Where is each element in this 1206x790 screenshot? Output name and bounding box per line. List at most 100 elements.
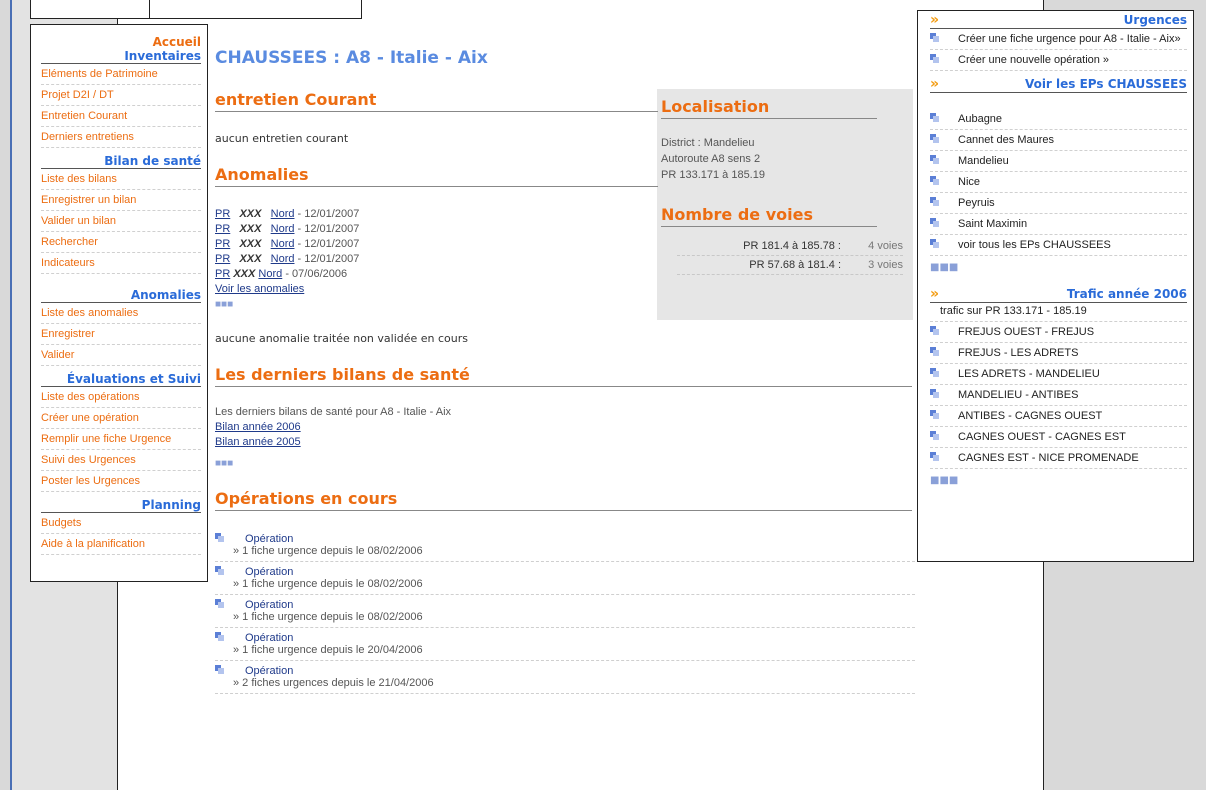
trafic-label[interactable]: MANDELIEU - ANTIBES: [958, 389, 1078, 401]
ep-item[interactable]: voir tous les EPs CHAUSSEES: [930, 235, 1187, 256]
bullet-icon: [930, 410, 940, 420]
ep-item[interactable]: Mandelieu: [930, 151, 1187, 172]
right-panel: » Urgences Créer une fiche urgence pour …: [917, 10, 1194, 562]
sidebar-item-indicateurs[interactable]: Indicateurs: [41, 253, 201, 274]
sidebar-item-elements-patrimoine[interactable]: Eléments de Patrimoine: [41, 64, 201, 85]
operation-label[interactable]: Opération: [245, 665, 915, 677]
operation-item[interactable]: Opération » 1 fiche urgence depuis le 20…: [215, 628, 915, 661]
operation-label[interactable]: Opération: [245, 566, 915, 578]
bullet-icon: [930, 134, 940, 144]
sidebar-item-budgets[interactable]: Budgets: [41, 513, 201, 534]
trafic-label[interactable]: LES ADRETS - MANDELIEU: [958, 368, 1100, 380]
anomaly-row: PR XXX Nord - 12/01/2007: [215, 252, 915, 267]
sidebar-item-remplir-fiche-urgence[interactable]: Remplir une fiche Urgence: [41, 429, 201, 450]
sidebar-item-liste-operations[interactable]: Liste des opérations: [41, 387, 201, 408]
bilan-2005-link[interactable]: Bilan année 2005: [215, 436, 301, 448]
sidebar-item-valider-anomalie[interactable]: Valider: [41, 345, 201, 366]
bullet-icon: [215, 533, 225, 543]
more-dots-icon[interactable]: ■■■: [930, 262, 1193, 273]
bilans-intro: Les derniers bilans de santé pour A8 - I…: [215, 406, 452, 418]
trafic-item[interactable]: MANDELIEU - ANTIBES: [930, 385, 1187, 406]
trafic-label[interactable]: FREJUS OUEST - FREJUS: [958, 326, 1094, 338]
entretien-title: entretien Courant: [215, 90, 658, 112]
ep-item[interactable]: Peyruis: [930, 193, 1187, 214]
sidebar-item-valider-bilan[interactable]: Valider un bilan: [41, 211, 201, 232]
anomaly-date: - 12/01/2007: [294, 238, 360, 250]
operation-item[interactable]: Opération » 1 fiche urgence depuis le 08…: [215, 595, 915, 628]
ep-item[interactable]: Cannet des Maures: [930, 130, 1187, 151]
ep-label[interactable]: Mandelieu: [958, 155, 1009, 167]
trafic-header-item[interactable]: trafic sur PR 133.171 - 185.19: [930, 303, 1187, 322]
ep-item[interactable]: Aubagne: [930, 109, 1187, 130]
trafic-item[interactable]: CAGNES EST - NICE PROMENADE: [930, 448, 1187, 469]
anomaly-pr-link[interactable]: PR: [215, 268, 230, 280]
trafic-label[interactable]: CAGNES OUEST - CAGNES EST: [958, 431, 1126, 443]
trafic-header-label[interactable]: trafic sur PR 133.171 - 185.19: [940, 305, 1087, 317]
anomaly-pr-link[interactable]: PR: [215, 253, 230, 265]
trafic-header: » Trafic année 2006: [930, 285, 1187, 303]
trafic-item[interactable]: LES ADRETS - MANDELIEU: [930, 364, 1187, 385]
urgence-create-operation[interactable]: Créer une nouvelle opération »: [930, 50, 1187, 71]
trafic-item[interactable]: FREJUS - LES ADRETS: [930, 343, 1187, 364]
anomaly-dir-link[interactable]: Nord: [271, 223, 295, 235]
sidebar-item-suivi-urgences[interactable]: Suivi des Urgences: [41, 450, 201, 471]
ep-label[interactable]: Cannet des Maures: [958, 134, 1054, 146]
operation-sub: » 2 fiches urgences depuis le 21/04/2006: [233, 677, 434, 689]
sidebar-item-rechercher[interactable]: Rechercher: [41, 232, 201, 253]
operation-label[interactable]: Opération: [245, 599, 915, 611]
bullet-icon: [930, 452, 940, 462]
sidebar-item-enregistrer-anomalie[interactable]: Enregistrer: [41, 324, 201, 345]
trafic-item[interactable]: ANTIBES - CAGNES OUEST: [930, 406, 1187, 427]
eps-header: » Voir les EPs CHAUSSEES: [930, 75, 1187, 93]
urgence-create-fiche[interactable]: Créer une fiche urgence pour A8 - Italie…: [930, 29, 1187, 50]
trafic-label[interactable]: ANTIBES - CAGNES OUEST: [958, 410, 1102, 422]
sidebar-accueil[interactable]: Accueil: [41, 25, 201, 49]
ep-item[interactable]: Nice: [930, 172, 1187, 193]
anomaly-dir-link[interactable]: Nord: [271, 253, 295, 265]
ep-label[interactable]: voir tous les EPs CHAUSSEES: [958, 239, 1111, 251]
ep-label[interactable]: Saint Maximin: [958, 218, 1027, 230]
sidebar-item-derniers-entretiens[interactable]: Derniers entretiens: [41, 127, 201, 148]
ep-item[interactable]: Saint Maximin: [930, 214, 1187, 235]
operation-label[interactable]: Opération: [245, 632, 915, 644]
anomaly-pr-link[interactable]: PR: [215, 223, 230, 235]
more-dots-icon[interactable]: ■■■: [215, 297, 915, 312]
more-dots-icon[interactable]: ■■■: [215, 456, 915, 471]
chevron-right-icon: »: [930, 75, 940, 92]
anomaly-pr-link[interactable]: PR: [215, 238, 230, 250]
ep-label[interactable]: Nice: [958, 176, 980, 188]
trafic-label[interactable]: CAGNES EST - NICE PROMENADE: [958, 452, 1139, 464]
eps-title[interactable]: Voir les EPs CHAUSSEES: [1025, 77, 1187, 91]
ep-label[interactable]: Aubagne: [958, 113, 1002, 125]
sidebar-item-liste-bilans[interactable]: Liste des bilans: [41, 169, 201, 190]
sidebar-item-entretien-courant[interactable]: Entretien Courant: [41, 106, 201, 127]
sidebar-item-creer-operation[interactable]: Créer une opération: [41, 408, 201, 429]
ep-label[interactable]: Peyruis: [958, 197, 995, 209]
sidebar-item-liste-anomalies[interactable]: Liste des anomalies: [41, 303, 201, 324]
sidebar-item-projet-d2i[interactable]: Projet D2I / DT: [41, 85, 201, 106]
more-dots-icon[interactable]: ■■■: [930, 475, 1193, 486]
bullet-icon: [215, 599, 225, 609]
urgence-create-operation-label[interactable]: Créer une nouvelle opération »: [958, 54, 1109, 66]
anomaly-dir-link[interactable]: Nord: [258, 268, 282, 280]
sidebar-section-bilan-sante: Bilan de santé: [41, 148, 201, 169]
urgence-create-fiche-label[interactable]: Créer une fiche urgence pour A8 - Italie…: [958, 33, 1181, 45]
sidebar-item-poster-urgences[interactable]: Poster les Urgences: [41, 471, 201, 492]
anomaly-dir-link[interactable]: Nord: [271, 238, 295, 250]
bullet-icon: [930, 197, 940, 207]
sidebar-item-enregistrer-bilan[interactable]: Enregistrer un bilan: [41, 190, 201, 211]
voir-anomalies-link[interactable]: Voir les anomalies: [215, 283, 304, 295]
operations-title: Opérations en cours: [215, 489, 912, 511]
sidebar-item-aide-planification[interactable]: Aide à la planification: [41, 534, 201, 555]
anomaly-dir-link[interactable]: Nord: [271, 208, 295, 220]
bilan-2006-link[interactable]: Bilan année 2006: [215, 421, 301, 433]
operation-item[interactable]: Opération » 1 fiche urgence depuis le 08…: [215, 529, 915, 562]
operation-label[interactable]: Opération: [245, 533, 915, 545]
trafic-label[interactable]: FREJUS - LES ADRETS: [958, 347, 1078, 359]
trafic-item[interactable]: CAGNES OUEST - CAGNES EST: [930, 427, 1187, 448]
operation-item[interactable]: Opération » 2 fiches urgences depuis le …: [215, 661, 915, 694]
anomaly-pr-link[interactable]: PR: [215, 208, 230, 220]
trafic-item[interactable]: FREJUS OUEST - FREJUS: [930, 322, 1187, 343]
operation-item[interactable]: Opération » 1 fiche urgence depuis le 08…: [215, 562, 915, 595]
top-header-box: [30, 0, 362, 19]
